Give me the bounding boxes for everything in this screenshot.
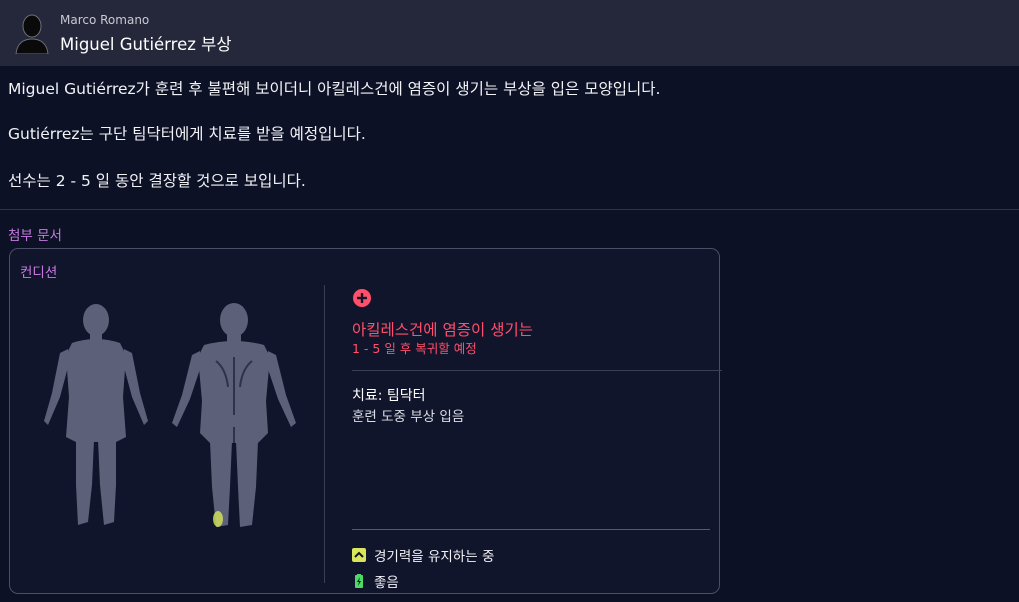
message-header: Marco Romano Miguel Gutiérrez 부상	[0, 0, 1019, 66]
chevron-up-icon	[352, 548, 366, 562]
injury-cause: 훈련 도중 부상 입음	[352, 409, 465, 425]
body-diagram	[44, 303, 296, 527]
message-paragraph-1: Miguel Gutiérrez가 훈련 후 불편해 보이더니 아킬레스건에 염…	[8, 80, 661, 98]
card-title: 컨디션	[20, 265, 58, 281]
fitness-status: 좋음	[352, 571, 399, 591]
form-status: 경기력을 유지하는 중	[352, 545, 494, 565]
card-vertical-divider	[324, 285, 325, 583]
treatment-info: 치료: 팀닥터	[352, 388, 426, 404]
message-paragraph-3: 선수는 2 - 5 일 동안 결장할 것으로 보입니다.	[8, 172, 306, 190]
sender-name: Marco Romano	[60, 13, 150, 27]
form-status-label: 경기력을 유지하는 중	[374, 549, 495, 565]
avatar-silhouette-icon	[15, 14, 49, 54]
battery-icon	[355, 574, 363, 588]
injury-name: 아킬레스건에 염증이 생기는	[352, 321, 533, 339]
condition-card[interactable]: 컨디션 아킬레스건에 염증이 생기는 1 - 5 일 후 복귀할 예정 치료: …	[9, 248, 722, 594]
status-divider	[352, 529, 710, 530]
message-subject: Miguel Gutiérrez 부상	[60, 35, 232, 54]
section-divider	[0, 209, 1019, 210]
card-horizontal-divider	[352, 370, 722, 371]
plus-circle-icon	[353, 289, 371, 307]
fitness-status-label: 좋음	[374, 575, 399, 591]
return-estimate: 1 - 5 일 후 복귀할 예정	[352, 341, 477, 356]
attachments-label: 첨부 문서	[8, 228, 62, 244]
message-paragraph-2: Gutiérrez는 구단 팀닥터에게 치료를 받을 예정입니다.	[8, 125, 366, 143]
